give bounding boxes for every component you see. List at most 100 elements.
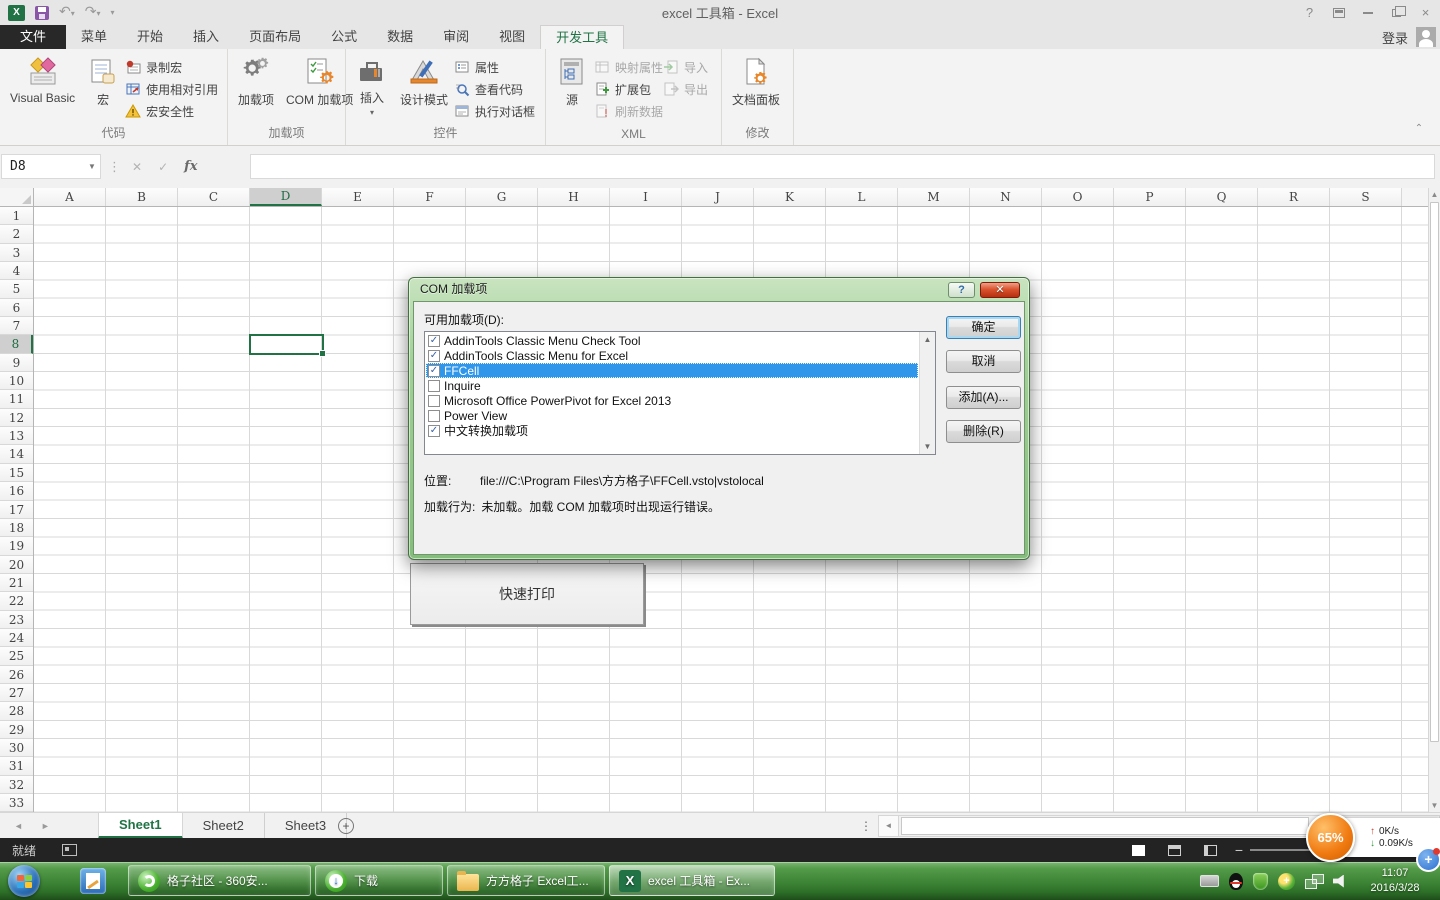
- column-header-J[interactable]: J: [682, 188, 754, 206]
- ribbon-display-options-icon[interactable]: [1324, 0, 1353, 25]
- taskbar-item-1[interactable]: 下载: [315, 865, 443, 896]
- customize-qat-icon[interactable]: ▾: [111, 8, 115, 17]
- column-header-F[interactable]: F: [394, 188, 466, 206]
- ribbon-tab-4[interactable]: 页面布局: [234, 25, 316, 49]
- column-header-G[interactable]: G: [466, 188, 538, 206]
- addin-checkbox-icon[interactable]: ✓: [428, 365, 440, 377]
- row-header-7[interactable]: 7: [0, 317, 33, 335]
- confirm-entry-icon[interactable]: ✓: [158, 160, 168, 174]
- help-icon[interactable]: ?: [1295, 0, 1324, 25]
- new-sheet-icon[interactable]: +: [338, 818, 354, 834]
- column-header-S[interactable]: S: [1330, 188, 1402, 206]
- safety-ball-icon[interactable]: [1278, 873, 1295, 890]
- ribbon-tab-7[interactable]: 审阅: [428, 25, 484, 49]
- row-header-14[interactable]: 14: [0, 445, 33, 463]
- insert-control-button[interactable]: 插入 ▾: [350, 53, 394, 117]
- redo-icon[interactable]: ↷▾: [85, 4, 101, 21]
- row-header-22[interactable]: 22: [0, 592, 33, 610]
- scroll-down-icon[interactable]: ▼: [1431, 799, 1439, 813]
- view-code-button[interactable]: 查看代码: [454, 79, 535, 99]
- avatar[interactable]: [1416, 27, 1436, 47]
- column-header-B[interactable]: B: [106, 188, 178, 206]
- row-header-10[interactable]: 10: [0, 372, 33, 390]
- row-header-27[interactable]: 27: [0, 684, 33, 702]
- row-header-29[interactable]: 29: [0, 721, 33, 739]
- normal-view-icon[interactable]: [1120, 838, 1156, 862]
- row-header-33[interactable]: 33: [0, 794, 33, 812]
- macro-security-button[interactable]: 宏安全性: [125, 101, 218, 121]
- row-header-6[interactable]: 6: [0, 299, 33, 317]
- ribbon-tab-9[interactable]: 开发工具: [540, 25, 624, 49]
- name-box[interactable]: D8 ▼: [1, 154, 101, 179]
- addin-checkbox-icon[interactable]: [428, 380, 440, 392]
- ribbon-tab-1[interactable]: 菜单: [66, 25, 122, 49]
- row-header-1[interactable]: 1: [0, 207, 33, 225]
- addin-item-5[interactable]: Power View: [426, 408, 918, 423]
- ok-button[interactable]: 确定: [946, 316, 1021, 339]
- column-header-O[interactable]: O: [1042, 188, 1114, 206]
- document-panel-button[interactable]: 文档面板: [726, 53, 786, 108]
- vertical-scroll-thumb[interactable]: [1430, 202, 1439, 742]
- qq-icon[interactable]: [1229, 873, 1243, 890]
- ribbon-tab-2[interactable]: 开始: [122, 25, 178, 49]
- column-header-P[interactable]: P: [1114, 188, 1186, 206]
- horizontal-scroll-thumb[interactable]: [901, 817, 1309, 835]
- speaker-icon[interactable]: [1333, 875, 1348, 888]
- record-macro-button[interactable]: 录制宏: [125, 57, 218, 77]
- addin-checkbox-icon[interactable]: [428, 410, 440, 422]
- row-header-11[interactable]: 11: [0, 390, 33, 408]
- row-header-13[interactable]: 13: [0, 427, 33, 445]
- sheet-nav-left-icon[interactable]: ◄: [14, 821, 23, 831]
- taskbar-item-0[interactable]: 格子社区 - 360安...: [128, 865, 311, 896]
- row-header-30[interactable]: 30: [0, 739, 33, 757]
- column-header-C[interactable]: C: [178, 188, 250, 206]
- column-header-L[interactable]: L: [826, 188, 898, 206]
- dialog-close-icon[interactable]: ✕: [980, 282, 1020, 298]
- row-header-28[interactable]: 28: [0, 702, 33, 720]
- macros-button[interactable]: 宏: [81, 53, 125, 108]
- sheet-tab-sheet3[interactable]: Sheet3: [265, 813, 347, 839]
- addin-checkbox-icon[interactable]: ✓: [428, 335, 440, 347]
- addins-button[interactable]: 加载项: [232, 53, 280, 108]
- row-header-4[interactable]: 4: [0, 262, 33, 280]
- formula-input[interactable]: [250, 154, 1435, 179]
- addin-checkbox-icon[interactable]: ✓: [428, 425, 440, 437]
- row-header-25[interactable]: 25: [0, 647, 33, 665]
- visual-basic-button[interactable]: Visual Basic: [4, 53, 81, 105]
- column-header-H[interactable]: H: [538, 188, 610, 206]
- column-header-R[interactable]: R: [1258, 188, 1330, 206]
- column-header-A[interactable]: A: [34, 188, 106, 206]
- sheet-nav-right-icon[interactable]: ►: [41, 821, 50, 831]
- undo-icon[interactable]: ↶▾: [59, 4, 75, 21]
- ribbon-tab-3[interactable]: 插入: [178, 25, 234, 49]
- addins-listbox[interactable]: ✓AddinTools Classic Menu Check Tool✓Addi…: [424, 331, 936, 455]
- zoom-out-icon[interactable]: −: [1228, 842, 1250, 858]
- formula-bar-splitter[interactable]: ⋮: [108, 154, 121, 179]
- restore-icon[interactable]: [1382, 0, 1411, 25]
- addin-item-3[interactable]: Inquire: [426, 378, 918, 393]
- addin-item-0[interactable]: ✓AddinTools Classic Menu Check Tool: [426, 333, 918, 348]
- scroll-left-icon[interactable]: ◄: [879, 816, 899, 836]
- list-scroll-down-icon[interactable]: ▼: [924, 442, 932, 451]
- select-all-corner[interactable]: [0, 188, 34, 207]
- collapse-ribbon-icon[interactable]: ⌃: [1408, 123, 1430, 139]
- design-mode-button[interactable]: 设计模式: [394, 53, 454, 108]
- use-relative-references-button[interactable]: 使用相对引用: [125, 79, 218, 99]
- column-header-K[interactable]: K: [754, 188, 826, 206]
- taskbar-item-3[interactable]: excel 工具箱 - Ex...: [609, 865, 775, 896]
- column-header-Q[interactable]: Q: [1186, 188, 1258, 206]
- close-icon[interactable]: ×: [1411, 0, 1440, 25]
- accelerate-plus-icon[interactable]: +: [1416, 847, 1440, 872]
- row-header-20[interactable]: 20: [0, 556, 33, 574]
- name-box-dropdown-icon[interactable]: ▼: [84, 155, 100, 178]
- row-header-12[interactable]: 12: [0, 409, 33, 427]
- page-break-view-icon[interactable]: [1192, 838, 1228, 862]
- shield-icon[interactable]: [1253, 873, 1268, 890]
- addin-item-2[interactable]: ✓FFCell: [426, 363, 918, 378]
- properties-button[interactable]: 属性: [454, 57, 535, 77]
- row-header-18[interactable]: 18: [0, 519, 33, 537]
- row-header-9[interactable]: 9: [0, 354, 33, 372]
- row-header-19[interactable]: 19: [0, 537, 33, 555]
- row-header-15[interactable]: 15: [0, 464, 33, 482]
- column-header-E[interactable]: E: [322, 188, 394, 206]
